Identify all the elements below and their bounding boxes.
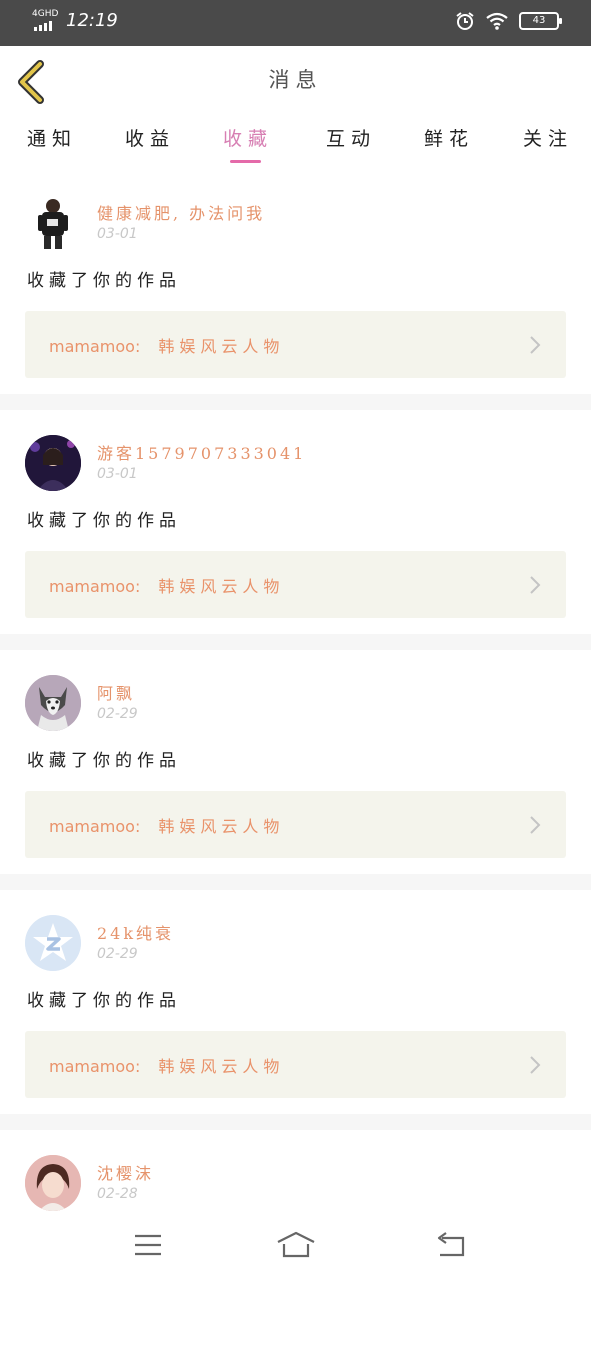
- avatar[interactable]: [25, 195, 81, 251]
- divider: [0, 1114, 591, 1130]
- work-author: mamamoo:: [49, 1057, 141, 1076]
- work-info: mamamoo: 韩娱风云人物: [49, 1053, 284, 1077]
- message-date: 03-01: [97, 226, 138, 242]
- list-item: 24k纯衰 02-29 收藏了你的作品 mamamoo: 韩娱风云人物: [0, 890, 591, 1114]
- message-text: 收藏了你的作品: [27, 751, 181, 771]
- message-date: 02-29: [97, 946, 138, 962]
- message-date: 03-01: [97, 466, 138, 482]
- tab-flowers[interactable]: 鲜花: [424, 124, 474, 151]
- chevron-right-icon: [530, 1056, 541, 1074]
- back-icon[interactable]: [430, 1230, 470, 1260]
- status-bar: 4GHD 12:19 43: [0, 0, 591, 46]
- active-tab-indicator: [230, 160, 261, 163]
- tab-interactions[interactable]: 互动: [326, 124, 376, 151]
- avatar[interactable]: [25, 915, 81, 971]
- work-title: 韩娱风云人物: [158, 577, 285, 596]
- alarm-icon: [456, 12, 474, 30]
- user-name[interactable]: 沈樱沫: [97, 1160, 154, 1184]
- work-author: mamamoo:: [49, 817, 141, 836]
- divider: [0, 634, 591, 650]
- message-text: 收藏了你的作品: [27, 271, 181, 291]
- system-nav-bar: [0, 1212, 591, 1280]
- list-item: 游客1579707333041 03-01 收藏了你的作品 mamamoo: 韩娱…: [0, 410, 591, 634]
- chevron-right-icon: [530, 816, 541, 834]
- chevron-right-icon: [530, 336, 541, 354]
- user-name[interactable]: 游客1579707333041: [97, 440, 306, 464]
- tab-notifications[interactable]: 通知: [27, 124, 77, 151]
- message-date: 02-28: [97, 1186, 138, 1202]
- chevron-right-icon: [530, 576, 541, 594]
- work-link[interactable]: mamamoo: 韩娱风云人物: [25, 551, 566, 618]
- tab-bar: 通知 收益 收藏 互动 鲜花 关注: [0, 118, 591, 170]
- message-text: 收藏了你的作品: [27, 511, 181, 531]
- work-link[interactable]: mamamoo: 韩娱风云人物: [25, 1031, 566, 1098]
- signal-icon: [34, 21, 52, 31]
- work-title: 韩娱风云人物: [158, 1057, 285, 1076]
- message-date: 02-29: [97, 706, 138, 722]
- work-author: mamamoo:: [49, 337, 141, 356]
- work-title: 韩娱风云人物: [158, 337, 285, 356]
- work-title: 韩娱风云人物: [158, 817, 285, 836]
- network-indicator: 4GHD: [32, 10, 62, 32]
- message-list: 健康减肥, 办法问我 03-01 收藏了你的作品 mamamoo: 韩娱风云人物 …: [0, 170, 591, 1354]
- status-time: 12:19: [66, 10, 118, 31]
- work-author: mamamoo:: [49, 577, 141, 596]
- battery-icon: 43: [519, 12, 562, 30]
- header: 消息: [0, 46, 591, 119]
- work-info: mamamoo: 韩娱风云人物: [49, 333, 284, 357]
- tab-following[interactable]: 关注: [523, 124, 573, 151]
- page-title: 消息: [268, 68, 323, 92]
- status-icons: 43: [455, 11, 562, 31]
- divider: [0, 874, 591, 890]
- avatar[interactable]: [25, 1155, 81, 1211]
- user-name[interactable]: 阿飘: [97, 680, 135, 704]
- avatar[interactable]: [25, 675, 81, 731]
- user-name[interactable]: 健康减肥, 办法问我: [97, 200, 265, 224]
- wifi-icon: [486, 12, 508, 30]
- user-name[interactable]: 24k纯衰: [97, 920, 174, 944]
- tab-favorites[interactable]: 收藏: [223, 124, 273, 151]
- work-info: mamamoo: 韩娱风云人物: [49, 573, 284, 597]
- list-item: 阿飘 02-29 收藏了你的作品 mamamoo: 韩娱风云人物: [0, 650, 591, 874]
- work-link[interactable]: mamamoo: 韩娱风云人物: [25, 791, 566, 858]
- work-info: mamamoo: 韩娱风云人物: [49, 813, 284, 837]
- list-item: 健康减肥, 办法问我 03-01 收藏了你的作品 mamamoo: 韩娱风云人物: [0, 170, 591, 394]
- battery-level: 43: [532, 15, 546, 26]
- work-link[interactable]: mamamoo: 韩娱风云人物: [25, 311, 566, 378]
- message-text: 收藏了你的作品: [27, 991, 181, 1011]
- network-type: 4GHD: [32, 9, 59, 19]
- divider: [0, 394, 591, 410]
- tab-earnings[interactable]: 收益: [125, 124, 175, 151]
- home-icon[interactable]: [276, 1230, 316, 1260]
- menu-icon[interactable]: [128, 1230, 168, 1260]
- avatar[interactable]: [25, 435, 81, 491]
